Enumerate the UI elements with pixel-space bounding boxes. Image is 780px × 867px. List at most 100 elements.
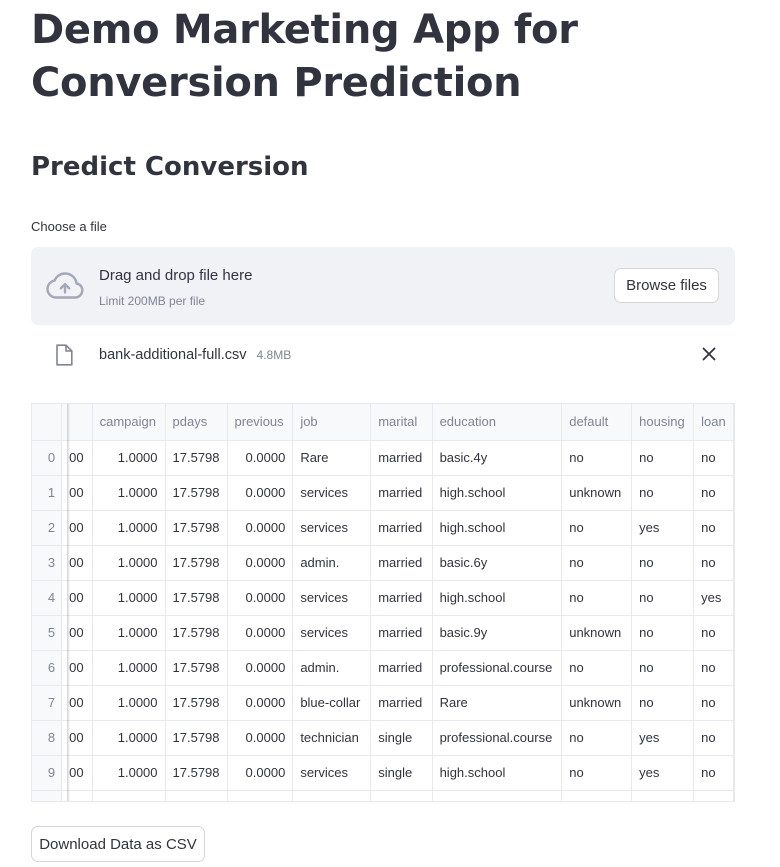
- row-index: 5: [32, 615, 63, 651]
- row-index: 0: [32, 440, 63, 476]
- cell-previous: 0.0000: [227, 545, 294, 581]
- column-header-pdays[interactable]: pdays: [165, 404, 228, 441]
- cell-campaign: 1.0000: [92, 650, 166, 686]
- cell-previous: 0.0000: [227, 615, 294, 651]
- partial-cell: [432, 790, 563, 801]
- table-row[interactable]: 3 00 1.0000 17.5798 0.0000 admin. married basic…: [32, 545, 734, 581]
- uploader-label: Choose a file: [31, 219, 107, 234]
- section-title: Predict Conversion: [31, 152, 309, 182]
- cell-marital: married: [370, 615, 433, 651]
- cloud-upload-icon: [46, 272, 84, 299]
- file-size: 4.8MB: [256, 348, 292, 362]
- cell-job: services: [292, 755, 372, 791]
- cell-previous: 0.0000: [227, 685, 294, 721]
- table-row[interactable]: 0 00 1.0000 17.5798 0.0000 Rare married basic.4…: [32, 440, 734, 476]
- table-row[interactable]: 6 00 1.0000 17.5798 0.0000 admin. married profe…: [32, 650, 734, 686]
- partial-cell: [370, 790, 433, 801]
- cell-previous: 0.0000: [227, 440, 294, 476]
- close-icon[interactable]: [701, 346, 717, 362]
- table-row[interactable]: 2 00 1.0000 17.5798 0.0000 services married hig…: [32, 510, 734, 546]
- cell-marital: single: [370, 755, 433, 791]
- partial-cell: [227, 790, 294, 801]
- partial-cell: [693, 790, 734, 801]
- column-header-housing[interactable]: housing: [631, 404, 695, 441]
- row-index: 4: [32, 580, 63, 616]
- partial-cell: [631, 790, 695, 801]
- browse-files-button[interactable]: Browse files: [614, 268, 719, 303]
- column-header-education[interactable]: education: [432, 404, 563, 441]
- table-row[interactable]: 5 00 1.0000 17.5798 0.0000 services married bas…: [32, 615, 734, 651]
- cell-loan: no: [693, 440, 734, 476]
- cell-pdays: 17.5798: [165, 475, 228, 511]
- cell-pdays: 17.5798: [165, 510, 228, 546]
- partial-cell: [165, 790, 228, 801]
- cell-housing: no: [631, 545, 695, 581]
- column-header-loan[interactable]: loan: [693, 404, 734, 441]
- partial-cell: [92, 790, 166, 801]
- cell-previous: 0.0000: [227, 580, 294, 616]
- cell-housing: no: [631, 685, 695, 721]
- cell-loan: no: [693, 475, 734, 511]
- cell-campaign: 1.0000: [92, 475, 166, 511]
- cell-campaign: 1.0000: [92, 545, 166, 581]
- file-name-text: bank-additional-full.csv: [99, 347, 247, 363]
- cell-education: basic.6y: [432, 545, 563, 581]
- file-dropzone[interactable]: Drag and drop file here Limit 200MB per …: [31, 247, 735, 325]
- partial-cell: [32, 790, 63, 801]
- row-index: 9: [32, 755, 63, 791]
- cell-housing: no: [631, 440, 695, 476]
- cell-campaign: 1.0000: [92, 720, 166, 756]
- cell-marital: single: [370, 720, 433, 756]
- cell-loan: no: [693, 545, 734, 581]
- cell-pdays: 17.5798: [165, 755, 228, 791]
- data-grid: campaign pdays previous job marital education…: [32, 404, 734, 801]
- cell-default: unknown: [561, 475, 633, 511]
- cell-loan: no: [693, 615, 734, 651]
- cell-default: no: [561, 545, 633, 581]
- cell-loan: yes: [693, 580, 734, 616]
- column-header-previous[interactable]: previous: [227, 404, 294, 441]
- cell-marital: married: [370, 475, 433, 511]
- cell-default: unknown: [561, 615, 633, 651]
- dataframe-table[interactable]: campaign pdays previous job marital education…: [31, 403, 735, 802]
- table-row[interactable]: 1 00 1.0000 17.5798 0.0000 services married hig…: [32, 475, 734, 511]
- cell-housing: yes: [631, 720, 695, 756]
- cell-education: basic.4y: [432, 440, 563, 476]
- cell-default: no: [561, 650, 633, 686]
- cell-education: high.school: [432, 755, 563, 791]
- cell-default: no: [561, 755, 633, 791]
- table-row[interactable]: 4 00 1.0000 17.5798 0.0000 services married hig…: [32, 580, 734, 616]
- cell-previous: 0.0000: [227, 650, 294, 686]
- table-header-row: campaign pdays previous job marital education…: [32, 404, 734, 441]
- column-header-job[interactable]: job: [292, 404, 372, 441]
- table-row[interactable]: 7 00 1.0000 17.5798 0.0000 blue-collar married…: [32, 685, 734, 721]
- cell-housing: no: [631, 615, 695, 651]
- cell-pdays: 17.5798: [165, 685, 228, 721]
- cell-pdays: 17.5798: [165, 545, 228, 581]
- cell-default: no: [561, 580, 633, 616]
- frozen-column-shadow: [67, 404, 70, 801]
- table-row[interactable]: 9 00 1.0000 17.5798 0.0000 services single high…: [32, 755, 734, 791]
- cell-campaign: 1.0000: [92, 510, 166, 546]
- cell-loan: no: [693, 720, 734, 756]
- column-header-default[interactable]: default: [561, 404, 633, 441]
- dropzone-instruction: Drag and drop file here: [99, 267, 253, 284]
- cell-marital: married: [370, 580, 433, 616]
- cell-marital: married: [370, 685, 433, 721]
- table-row[interactable]: 8 00 1.0000 17.5798 0.0000 technician single pr…: [32, 720, 734, 756]
- cell-pdays: 17.5798: [165, 650, 228, 686]
- column-header-marital[interactable]: marital: [370, 404, 433, 441]
- index-header: [32, 404, 63, 441]
- cell-education: high.school: [432, 510, 563, 546]
- cell-marital: married: [370, 650, 433, 686]
- download-csv-button[interactable]: Download Data as CSV: [31, 826, 205, 862]
- partial-cell: [292, 790, 372, 801]
- cell-pdays: 17.5798: [165, 580, 228, 616]
- column-header-campaign[interactable]: campaign: [92, 404, 166, 441]
- partial-cell: [561, 790, 633, 801]
- cell-marital: married: [370, 545, 433, 581]
- cell-loan: no: [693, 510, 734, 546]
- cell-job: blue-collar: [292, 685, 372, 721]
- cell-job: admin.: [292, 545, 372, 581]
- dropzone-limit: Limit 200MB per file: [99, 294, 206, 308]
